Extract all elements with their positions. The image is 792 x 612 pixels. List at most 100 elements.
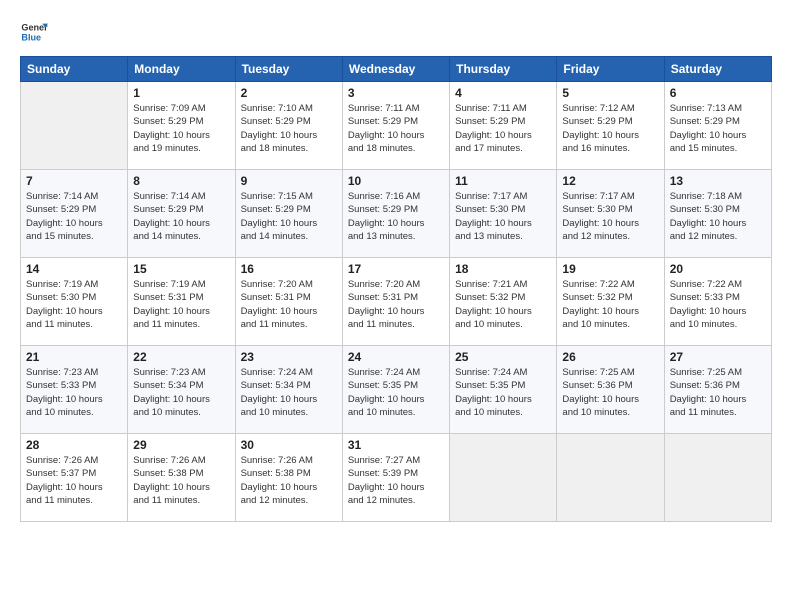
- calendar-cell: 2 Sunrise: 7:10 AMSunset: 5:29 PMDaylight…: [235, 82, 342, 170]
- calendar-cell: 24 Sunrise: 7:24 AMSunset: 5:35 PMDayligh…: [342, 346, 449, 434]
- daylight-text: Daylight: 10 hours: [455, 217, 551, 230]
- day-info: Sunrise: 7:12 AMSunset: 5:29 PMDaylight:…: [562, 102, 658, 155]
- day-number: 20: [670, 262, 766, 276]
- daylight-text-cont: and 11 minutes.: [670, 406, 766, 419]
- daylight-text: Daylight: 10 hours: [133, 129, 229, 142]
- day-info: Sunrise: 7:21 AMSunset: 5:32 PMDaylight:…: [455, 278, 551, 331]
- calendar-cell: 20Sunrise: 7:22 AMSunset: 5:33 PMDayligh…: [664, 258, 771, 346]
- sunset-text: Sunset: 5:30 PM: [670, 203, 766, 216]
- daylight-text-cont: and 12 minutes.: [670, 230, 766, 243]
- sunrise-text: Sunrise: 7:17 AM: [562, 190, 658, 203]
- day-info: Sunrise: 7:10 AMSunset: 5:29 PMDaylight:…: [241, 102, 337, 155]
- daylight-text: Daylight: 10 hours: [241, 129, 337, 142]
- sunset-text: Sunset: 5:31 PM: [348, 291, 444, 304]
- day-number: 22: [133, 350, 229, 364]
- sunset-text: Sunset: 5:35 PM: [348, 379, 444, 392]
- day-number: 3: [348, 86, 444, 100]
- daylight-text-cont: and 14 minutes.: [133, 230, 229, 243]
- day-number: 11: [455, 174, 551, 188]
- weekday-header: Saturday: [664, 57, 771, 82]
- weekday-header: Monday: [128, 57, 235, 82]
- day-info: Sunrise: 7:22 AMSunset: 5:32 PMDaylight:…: [562, 278, 658, 331]
- daylight-text: Daylight: 10 hours: [455, 393, 551, 406]
- sunset-text: Sunset: 5:33 PM: [670, 291, 766, 304]
- daylight-text-cont: and 10 minutes.: [670, 318, 766, 331]
- daylight-text: Daylight: 10 hours: [133, 393, 229, 406]
- weekday-header: Thursday: [450, 57, 557, 82]
- sunrise-text: Sunrise: 7:26 AM: [133, 454, 229, 467]
- daylight-text: Daylight: 10 hours: [133, 305, 229, 318]
- calendar-cell: 17 Sunrise: 7:20 AMSunset: 5:31 PMDayligh…: [342, 258, 449, 346]
- weekday-header: Wednesday: [342, 57, 449, 82]
- sunrise-text: Sunrise: 7:11 AM: [348, 102, 444, 115]
- sunset-text: Sunset: 5:36 PM: [562, 379, 658, 392]
- daylight-text-cont: and 10 minutes.: [133, 406, 229, 419]
- calendar-cell: 22 Sunrise: 7:23 AMSunset: 5:34 PMDayligh…: [128, 346, 235, 434]
- daylight-text-cont: and 14 minutes.: [241, 230, 337, 243]
- daylight-text: Daylight: 10 hours: [26, 305, 122, 318]
- sunset-text: Sunset: 5:29 PM: [26, 203, 122, 216]
- daylight-text: Daylight: 10 hours: [26, 393, 122, 406]
- sunrise-text: Sunrise: 7:10 AM: [241, 102, 337, 115]
- day-number: 17: [348, 262, 444, 276]
- daylight-text-cont: and 11 minutes.: [133, 318, 229, 331]
- sunrise-text: Sunrise: 7:26 AM: [241, 454, 337, 467]
- daylight-text: Daylight: 10 hours: [348, 481, 444, 494]
- day-number: 25: [455, 350, 551, 364]
- calendar-table: SundayMondayTuesdayWednesdayThursdayFrid…: [20, 56, 772, 522]
- sunset-text: Sunset: 5:34 PM: [133, 379, 229, 392]
- day-info: Sunrise: 7:26 AMSunset: 5:38 PMDaylight:…: [241, 454, 337, 507]
- day-number: 2: [241, 86, 337, 100]
- day-info: Sunrise: 7:15 AMSunset: 5:29 PMDaylight:…: [241, 190, 337, 243]
- sunrise-text: Sunrise: 7:19 AM: [26, 278, 122, 291]
- daylight-text-cont: and 11 minutes.: [133, 494, 229, 507]
- daylight-text: Daylight: 10 hours: [26, 481, 122, 494]
- day-info: Sunrise: 7:24 AMSunset: 5:35 PMDaylight:…: [348, 366, 444, 419]
- calendar-cell: 27Sunrise: 7:25 AMSunset: 5:36 PMDayligh…: [664, 346, 771, 434]
- day-number: 29: [133, 438, 229, 452]
- daylight-text-cont: and 16 minutes.: [562, 142, 658, 155]
- sunset-text: Sunset: 5:30 PM: [455, 203, 551, 216]
- daylight-text: Daylight: 10 hours: [670, 129, 766, 142]
- daylight-text: Daylight: 10 hours: [133, 217, 229, 230]
- day-info: Sunrise: 7:11 AMSunset: 5:29 PMDaylight:…: [348, 102, 444, 155]
- daylight-text: Daylight: 10 hours: [670, 217, 766, 230]
- daylight-text: Daylight: 10 hours: [241, 305, 337, 318]
- sunset-text: Sunset: 5:34 PM: [241, 379, 337, 392]
- daylight-text-cont: and 19 minutes.: [133, 142, 229, 155]
- day-info: Sunrise: 7:23 AMSunset: 5:33 PMDaylight:…: [26, 366, 122, 419]
- day-info: Sunrise: 7:26 AMSunset: 5:37 PMDaylight:…: [26, 454, 122, 507]
- sunrise-text: Sunrise: 7:23 AM: [133, 366, 229, 379]
- sunset-text: Sunset: 5:29 PM: [562, 115, 658, 128]
- sunrise-text: Sunrise: 7:16 AM: [348, 190, 444, 203]
- logo: General Blue: [20, 18, 52, 46]
- day-number: 21: [26, 350, 122, 364]
- day-info: Sunrise: 7:19 AMSunset: 5:31 PMDaylight:…: [133, 278, 229, 331]
- sunset-text: Sunset: 5:30 PM: [26, 291, 122, 304]
- sunset-text: Sunset: 5:31 PM: [241, 291, 337, 304]
- daylight-text-cont: and 10 minutes.: [26, 406, 122, 419]
- day-number: 16: [241, 262, 337, 276]
- day-number: 6: [670, 86, 766, 100]
- day-number: 13: [670, 174, 766, 188]
- day-number: 31: [348, 438, 444, 452]
- daylight-text-cont: and 12 minutes.: [348, 494, 444, 507]
- calendar-cell: 13Sunrise: 7:18 AMSunset: 5:30 PMDayligh…: [664, 170, 771, 258]
- daylight-text-cont: and 11 minutes.: [26, 318, 122, 331]
- daylight-text: Daylight: 10 hours: [26, 217, 122, 230]
- calendar-cell: 25Sunrise: 7:24 AMSunset: 5:35 PMDayligh…: [450, 346, 557, 434]
- sunrise-text: Sunrise: 7:14 AM: [26, 190, 122, 203]
- sunrise-text: Sunrise: 7:25 AM: [670, 366, 766, 379]
- daylight-text-cont: and 10 minutes.: [348, 406, 444, 419]
- sunrise-text: Sunrise: 7:20 AM: [348, 278, 444, 291]
- calendar-cell: 15 Sunrise: 7:19 AMSunset: 5:31 PMDayligh…: [128, 258, 235, 346]
- svg-text:Blue: Blue: [21, 32, 41, 42]
- day-info: Sunrise: 7:27 AMSunset: 5:39 PMDaylight:…: [348, 454, 444, 507]
- sunrise-text: Sunrise: 7:23 AM: [26, 366, 122, 379]
- day-number: 15: [133, 262, 229, 276]
- calendar-cell: 31 Sunrise: 7:27 AMSunset: 5:39 PMDayligh…: [342, 434, 449, 522]
- day-info: Sunrise: 7:20 AMSunset: 5:31 PMDaylight:…: [348, 278, 444, 331]
- day-number: 1: [133, 86, 229, 100]
- day-number: 24: [348, 350, 444, 364]
- daylight-text: Daylight: 10 hours: [241, 393, 337, 406]
